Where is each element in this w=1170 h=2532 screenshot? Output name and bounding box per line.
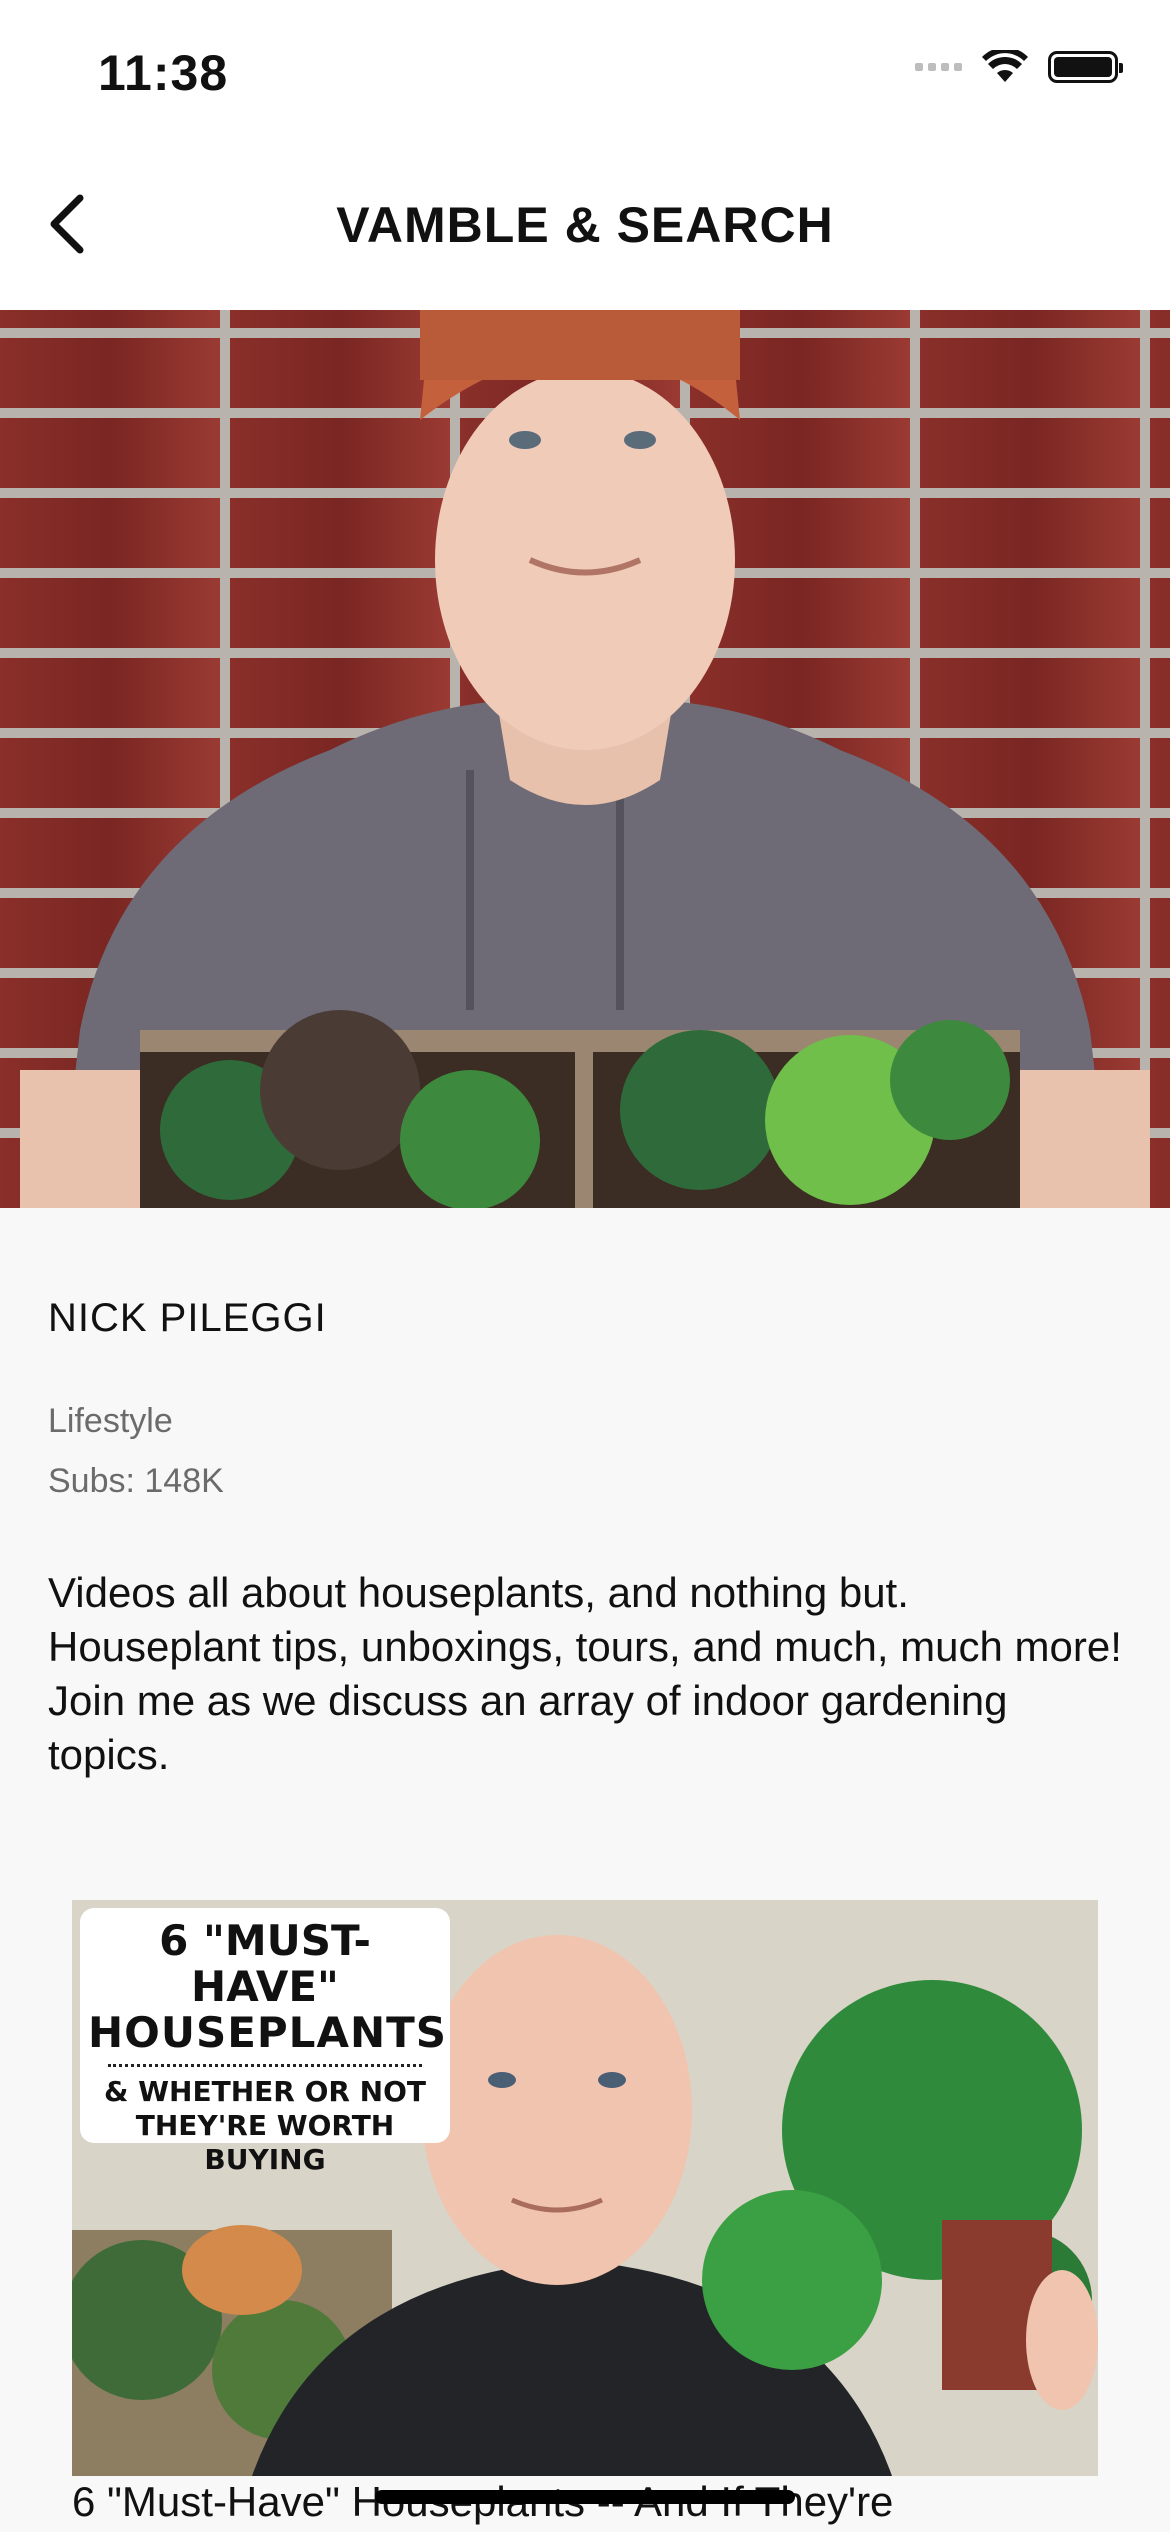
navigation-bar: VAMBLE & SEARCH: [0, 150, 1170, 310]
thumbnail-caption-line4: THEY'RE WORTH BUYING: [135, 2109, 395, 2176]
battery-icon: [1048, 51, 1123, 83]
channel-category: Lifestyle: [48, 1402, 173, 1440]
wifi-icon: [982, 50, 1028, 82]
video-thumbnail[interactable]: 6 "MUST-HAVE" HOUSEPLANTS & WHETHER OR N…: [72, 1900, 1098, 2476]
thumbnail-caption-divider: [108, 2064, 422, 2067]
status-bar: 11:38: [0, 0, 1170, 150]
channel-banner-image: [0, 310, 1170, 1208]
channel-description: Videos all about houseplants, and nothin…: [48, 1569, 1122, 1778]
thumbnail-caption-line2: HOUSEPLANTS: [88, 2008, 447, 2057]
page-title: VAMBLE & SEARCH: [336, 197, 834, 253]
thumbnail-caption-line3: & WHETHER OR NOT: [103, 2075, 427, 2108]
thumbnail-caption-line1: 6 "MUST-HAVE": [159, 1916, 371, 2011]
thumbnail-caption: 6 "MUST-HAVE" HOUSEPLANTS & WHETHER OR N…: [80, 1908, 450, 2176]
status-icons: [915, 50, 1123, 84]
status-time: 11:38: [98, 45, 229, 101]
cellular-signal-icon: [915, 63, 962, 71]
home-indicator[interactable]: [375, 2490, 795, 2504]
channel-name: NICK PILEGGI: [48, 1296, 327, 1340]
subscriber-count: Subs: 148K: [48, 1462, 224, 1500]
